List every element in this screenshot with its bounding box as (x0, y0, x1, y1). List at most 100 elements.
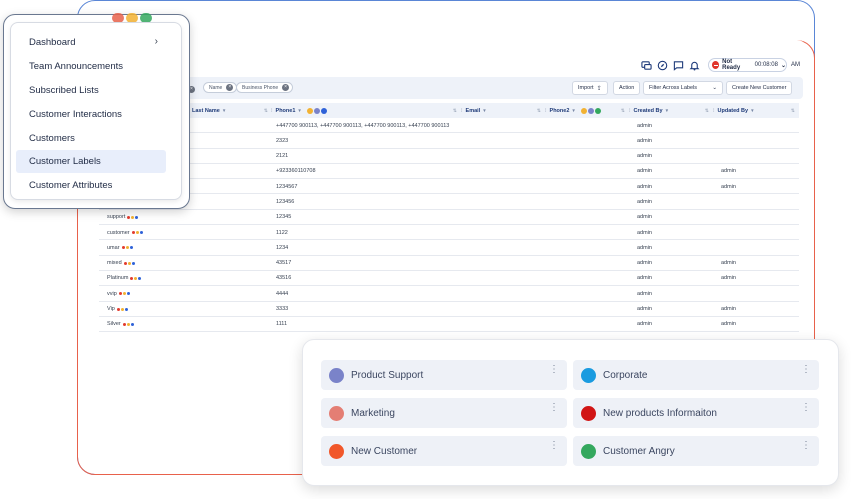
table-row[interactable]: 1234567 admin admin (99, 179, 799, 195)
filter-select-value: Filter Across Labels (649, 85, 697, 91)
cell-phone1: 3333 (276, 306, 289, 313)
first-name-text: Vip (107, 306, 115, 313)
first-name-text: customer (107, 229, 130, 236)
column-email[interactable]: ⁞ Email ▼ ⇅ (461, 103, 545, 118)
table-row[interactable]: customer 1122 admin (99, 225, 799, 241)
menu-item-label: Dashboard (29, 37, 76, 48)
filter-chip-name[interactable]: Name × (203, 82, 238, 93)
phone-channel-icons (580, 107, 601, 114)
menu-item-customers[interactable]: Customers (16, 127, 166, 150)
column-label: Phone2 (549, 107, 570, 114)
more-options-icon[interactable]: ⋮ (549, 441, 559, 451)
label-card[interactable]: Product Support ⋮ (321, 360, 567, 390)
label-card[interactable]: New products Informaiton ⋮ (573, 398, 819, 428)
cell-phone1: +447700 900113, +447700 900113, +447700 … (276, 122, 450, 129)
menu-item-label: Team Announcements (29, 61, 124, 72)
filter-labels-select[interactable]: Filter Across Labels ⌄ (643, 81, 723, 95)
column-phone2[interactable]: ⁞ Phone2 ▼ ⇅ (545, 103, 629, 118)
table-row[interactable]: support 12345 admin (99, 210, 799, 226)
table-row[interactable]: +447700 900113, +447700 900113, +447700 … (99, 118, 799, 134)
first-name-text: Silver (107, 321, 121, 328)
table-row[interactable]: mixed 43517 admin admin (99, 256, 799, 271)
label-card[interactable]: New Customer ⋮ (321, 436, 567, 466)
cell-created-by: admin (637, 321, 652, 328)
more-options-icon[interactable]: ⋮ (801, 365, 811, 375)
menu-item-customer-labels[interactable]: Customer Labels (16, 150, 166, 173)
phone-channel-icons (306, 107, 327, 114)
label-name: Corporate (603, 369, 648, 381)
menu-item-team-announcements[interactable]: Team Announcements (16, 55, 166, 78)
label-name: New products Informaiton (603, 407, 717, 419)
column-label: Email (465, 107, 481, 114)
table-row[interactable]: Silver 1111 admin admin (99, 317, 799, 333)
column-created-by[interactable]: ⁞ Created By ▼ ⇅ (629, 103, 713, 118)
label-name: Product Support (351, 369, 424, 381)
table-row[interactable]: +923360110708 admin admin (99, 164, 799, 180)
table-row[interactable]: umar 1234 admin (99, 240, 799, 256)
cell-first-name: vvip (107, 286, 131, 301)
cell-updated-by: admin (721, 183, 736, 190)
menu-item-dashboard[interactable]: Dashboard › (16, 31, 166, 54)
label-card[interactable]: Customer Angry ⋮ (573, 436, 819, 466)
label-color-dot (329, 405, 344, 421)
column-last-name[interactable]: Last Name ▼ ⇅ (192, 103, 272, 118)
close-icon[interactable]: × (282, 84, 290, 91)
cell-phone1: 12345 (276, 214, 292, 221)
cell-updated-by: admin (721, 275, 736, 282)
cell-phone1: 4444 (276, 290, 289, 297)
chevron-down-icon: ⌄ (780, 62, 786, 69)
label-card[interactable]: Marketing ⋮ (321, 398, 567, 428)
more-options-icon[interactable]: ⋮ (801, 403, 811, 413)
compass-icon[interactable] (656, 60, 668, 72)
label-color-dot (581, 367, 596, 383)
label-color-dot (581, 443, 596, 459)
table-row[interactable]: Platinum 43516 admin admin (99, 271, 799, 287)
table-row[interactable]: Vip 3333 admin admin (99, 302, 799, 317)
column-label: Updated By (717, 107, 749, 114)
more-options-icon[interactable]: ⋮ (801, 441, 811, 451)
label-color-dot (581, 405, 596, 421)
cell-first-name: Vip (107, 302, 129, 317)
label-color-dot (329, 443, 344, 459)
create-customer-button[interactable]: Create New Customer (726, 81, 793, 95)
table-row[interactable]: 123456 admin (99, 194, 799, 210)
filter-chip-label: Name (209, 84, 223, 91)
filter-chip-business-phone[interactable]: Business Phone × (236, 82, 294, 93)
cell-created-by: admin (637, 122, 652, 129)
bell-icon[interactable] (688, 60, 700, 72)
column-updated-by[interactable]: ⁞ Updated By ▼ ⇅ (713, 103, 799, 118)
first-name-text: mixed (107, 260, 122, 267)
label-card[interactable]: Corporate ⋮ (573, 360, 819, 390)
menu-item-label: Customer Interactions (29, 109, 122, 120)
menu-item-customer-interactions[interactable]: Customer Interactions (16, 103, 166, 126)
cell-created-by: admin (637, 183, 652, 190)
label-tags-icon (117, 291, 131, 297)
chat-icon[interactable] (640, 60, 652, 72)
table-row[interactable]: vvip 4444 admin (99, 286, 799, 302)
more-options-icon[interactable]: ⋮ (549, 365, 559, 375)
first-name-text: Platinum (107, 275, 129, 282)
cell-created-by: admin (637, 306, 652, 313)
cell-phone1: 43517 (276, 260, 292, 267)
message-icon[interactable] (672, 60, 684, 72)
table-row[interactable]: 2323 admin (99, 133, 799, 149)
first-name-text: support (107, 214, 126, 221)
cell-updated-by: admin (721, 306, 736, 313)
table-row[interactable]: 2121 admin (99, 149, 799, 164)
more-options-icon[interactable]: ⋮ (549, 403, 559, 413)
close-icon[interactable]: × (226, 84, 234, 91)
import-button[interactable]: Import ⇪ (572, 81, 608, 95)
menu-item-subscribed-lists[interactable]: Subscribed Lists (16, 79, 166, 102)
label-tags-icon (126, 214, 140, 220)
cell-phone1: 2323 (276, 137, 289, 144)
cell-updated-by: admin (721, 321, 736, 328)
action-button[interactable]: Action (613, 81, 641, 95)
label-tags-icon (130, 230, 144, 236)
label-tags-icon (129, 275, 143, 281)
ampm-label: AM (791, 62, 800, 68)
agent-status-dropdown[interactable]: Not Ready 00:08:08 ⌄ (708, 58, 787, 72)
menu-item-customer-attributes[interactable]: Customer Attributes (16, 174, 166, 197)
chevron-right-icon: › (154, 36, 158, 47)
cell-created-by: admin (637, 198, 652, 205)
column-phone1[interactable]: ⁞ Phone1 ▼ ⇅ (271, 103, 461, 118)
